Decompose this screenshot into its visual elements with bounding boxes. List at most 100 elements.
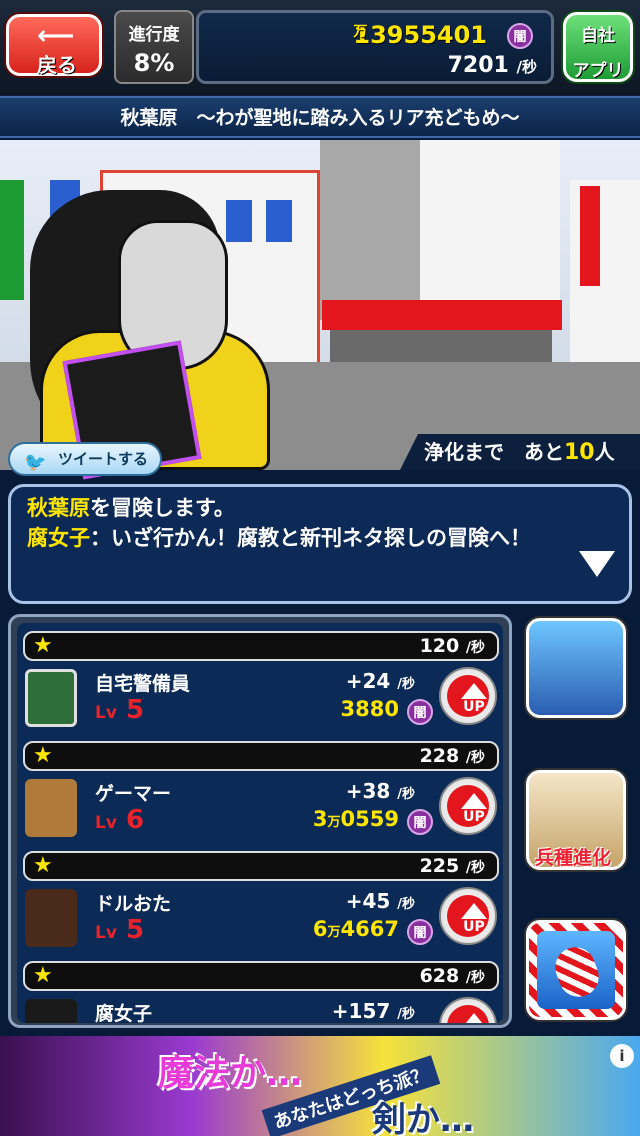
unit-rate-unit: /秒 bbox=[397, 1007, 415, 1022]
unit-rate-value: +157 bbox=[331, 999, 391, 1023]
unit-cost-man: 万 bbox=[327, 815, 341, 830]
star-icon: ★ bbox=[33, 853, 53, 878]
unit-total-unit: /秒 bbox=[465, 970, 485, 986]
ad-text-magic: 魔法か… bbox=[158, 1053, 303, 1094]
evolve-label: 兵種進化 bbox=[535, 847, 612, 869]
unit-avatar bbox=[25, 889, 77, 947]
unit-cost-value: 4667 bbox=[340, 917, 399, 941]
unit-lv-value: 5 bbox=[125, 915, 145, 945]
unit-avatar bbox=[25, 999, 77, 1023]
unit-lv-label: Lv bbox=[95, 703, 117, 723]
unit-rate: +38 /秒 bbox=[346, 779, 415, 803]
money-panel: 1395 万 5401 闇 7201 /秒 bbox=[196, 10, 554, 84]
unit-avatar bbox=[25, 779, 77, 837]
level-up-button[interactable]: UP bbox=[439, 777, 497, 835]
yami-currency-icon: 闇 bbox=[407, 919, 433, 945]
star-icon: ★ bbox=[33, 633, 53, 658]
star-icon: ★ bbox=[33, 963, 53, 988]
unit-total-unit: /秒 bbox=[465, 750, 485, 766]
unit-rate: +45 /秒 bbox=[346, 889, 415, 913]
tweet-label: ツイートする bbox=[58, 450, 149, 468]
unit-cost: 3880 bbox=[340, 697, 399, 721]
unit-total: 225 bbox=[419, 855, 460, 877]
message-line2-rest: ：いざ行かん！腐教と新刊ネタ探しの冒険へ！ bbox=[90, 526, 531, 550]
building-sign-right bbox=[580, 186, 600, 286]
unit-lv-label: Lv bbox=[95, 923, 117, 943]
message-line1-rest: を冒険します。 bbox=[90, 496, 235, 520]
star-icon: ★ bbox=[33, 743, 53, 768]
up-circle: UP bbox=[447, 785, 489, 827]
back-label: 戻る bbox=[37, 53, 77, 77]
unit-rate-value: +24 bbox=[345, 669, 391, 693]
unit-total-unit: /秒 bbox=[465, 640, 485, 656]
tweet-button[interactable]: 🐦 ツイートする bbox=[8, 442, 162, 476]
unit-total-unit: /秒 bbox=[465, 860, 485, 876]
unit-row: ★ 628 /秒 腐女子 +157 /秒 bbox=[17, 953, 503, 1023]
unit-rate-unit: /秒 bbox=[397, 897, 415, 912]
info-icon[interactable]: i bbox=[610, 1044, 634, 1068]
level-up-button[interactable] bbox=[439, 997, 497, 1023]
unit-list[interactable]: ★ 120 /秒 自宅警備員 Lv 5 +24 /秒 3880 闇 UP ★ 2… bbox=[17, 623, 503, 1023]
ad-text-sword: 剣か… bbox=[372, 1100, 474, 1136]
up-arrow-icon bbox=[461, 903, 487, 919]
unit-avatar bbox=[25, 669, 77, 727]
back-arrow-icon: ⟵ bbox=[37, 21, 75, 51]
yami-currency-icon: 闇 bbox=[407, 809, 433, 835]
up-circle: UP bbox=[447, 675, 489, 717]
twitter-bird-icon: 🐦 bbox=[24, 452, 47, 473]
purify-prefix: 浄化まで あと bbox=[424, 440, 564, 464]
unit-evolve-button[interactable]: 兵種進化 bbox=[526, 770, 626, 870]
up-circle bbox=[447, 1005, 489, 1023]
unit-total: 628 bbox=[419, 965, 460, 987]
unit-total-bar: ★ 628 /秒 bbox=[23, 961, 499, 991]
back-button[interactable]: ⟵ 戻る bbox=[6, 14, 102, 77]
unit-list-panel: ★ 120 /秒 自宅警備員 Lv 5 +24 /秒 3880 闇 UP ★ 2… bbox=[8, 614, 512, 1028]
stage-title: 秋葉原 〜わが聖地に踏み入るリア充どもめ〜 bbox=[0, 96, 640, 138]
yami-currency-icon: 闇 bbox=[407, 699, 433, 725]
unit-row: ★ 120 /秒 自宅警備員 Lv 5 +24 /秒 3880 闇 UP bbox=[17, 623, 503, 733]
unit-lv-value: 6 bbox=[125, 805, 145, 835]
game-screen: ⟵ 戻る 進行度 8% 1395 万 5401 闇 7201 /秒 自社 アプリ 秋… bbox=[0, 0, 640, 1136]
unit-total: 120 bbox=[419, 635, 460, 657]
message-line-2: 腐女子：いざ行かん！腐教と新刊ネタ探しの冒険へ！ bbox=[27, 523, 613, 553]
ad-banner[interactable]: 魔法か… あなたはどっち派？ 剣か… i bbox=[0, 1036, 640, 1136]
unit-name: ドルおた bbox=[95, 893, 172, 915]
purify-count: 10 bbox=[564, 440, 595, 465]
yami-currency-icon: 闇 bbox=[507, 23, 533, 49]
unit-cost-pre: 3 bbox=[312, 807, 328, 831]
app-label-1: 自社 bbox=[581, 26, 615, 46]
unit-cost: 3万0559 bbox=[313, 807, 399, 831]
unit-cost-pre: 6 bbox=[312, 917, 328, 941]
level-up-button[interactable]: UP bbox=[439, 667, 497, 725]
level-up-button[interactable]: UP bbox=[439, 887, 497, 945]
unit-rate-value: +38 bbox=[345, 779, 391, 803]
unit-total: 228 bbox=[419, 745, 460, 767]
building-sign-1 bbox=[226, 200, 252, 242]
progress-box: 進行度 8% bbox=[114, 10, 194, 84]
unit-name: 腐女子 bbox=[95, 1003, 153, 1023]
progress-title: 進行度 bbox=[128, 25, 180, 45]
rate-unit: /秒 bbox=[516, 58, 537, 76]
gacha-character-button[interactable] bbox=[526, 618, 626, 718]
up-circle: UP bbox=[447, 895, 489, 937]
unit-row: ★ 228 /秒 ゲーマー Lv 6 +38 /秒 3万0559 闇 UP bbox=[17, 733, 503, 843]
unit-row: ★ 225 /秒 ドルおた Lv 5 +45 /秒 6万4667 闇 UP bbox=[17, 843, 503, 953]
progress-value: 8% bbox=[133, 49, 175, 77]
unit-lv-value: 5 bbox=[125, 695, 145, 725]
purify-counter: 浄化まで あと10人 bbox=[400, 434, 640, 470]
building-white bbox=[420, 140, 560, 310]
unit-level: Lv 5 bbox=[95, 695, 144, 725]
message-next-icon[interactable] bbox=[579, 551, 615, 577]
company-app-button[interactable]: 自社 アプリ bbox=[563, 12, 633, 82]
message-line-1: 秋葉原を冒険します。 bbox=[27, 493, 613, 523]
unit-level: Lv 5 bbox=[95, 915, 144, 945]
purify-suffix: 人 bbox=[594, 440, 615, 464]
up-label: UP bbox=[463, 919, 485, 935]
money-rate: 7201 /秒 bbox=[448, 53, 537, 78]
up-label: UP bbox=[463, 809, 485, 825]
unit-rate-unit: /秒 bbox=[397, 677, 415, 692]
unit-rate-unit: /秒 bbox=[397, 787, 415, 802]
candy-item-button[interactable] bbox=[526, 920, 626, 1020]
unit-cost-man: 万 bbox=[327, 925, 341, 940]
message-box[interactable]: 秋葉原を冒険します。 腐女子：いざ行かん！腐教と新刊ネタ探しの冒険へ！ bbox=[8, 484, 632, 604]
